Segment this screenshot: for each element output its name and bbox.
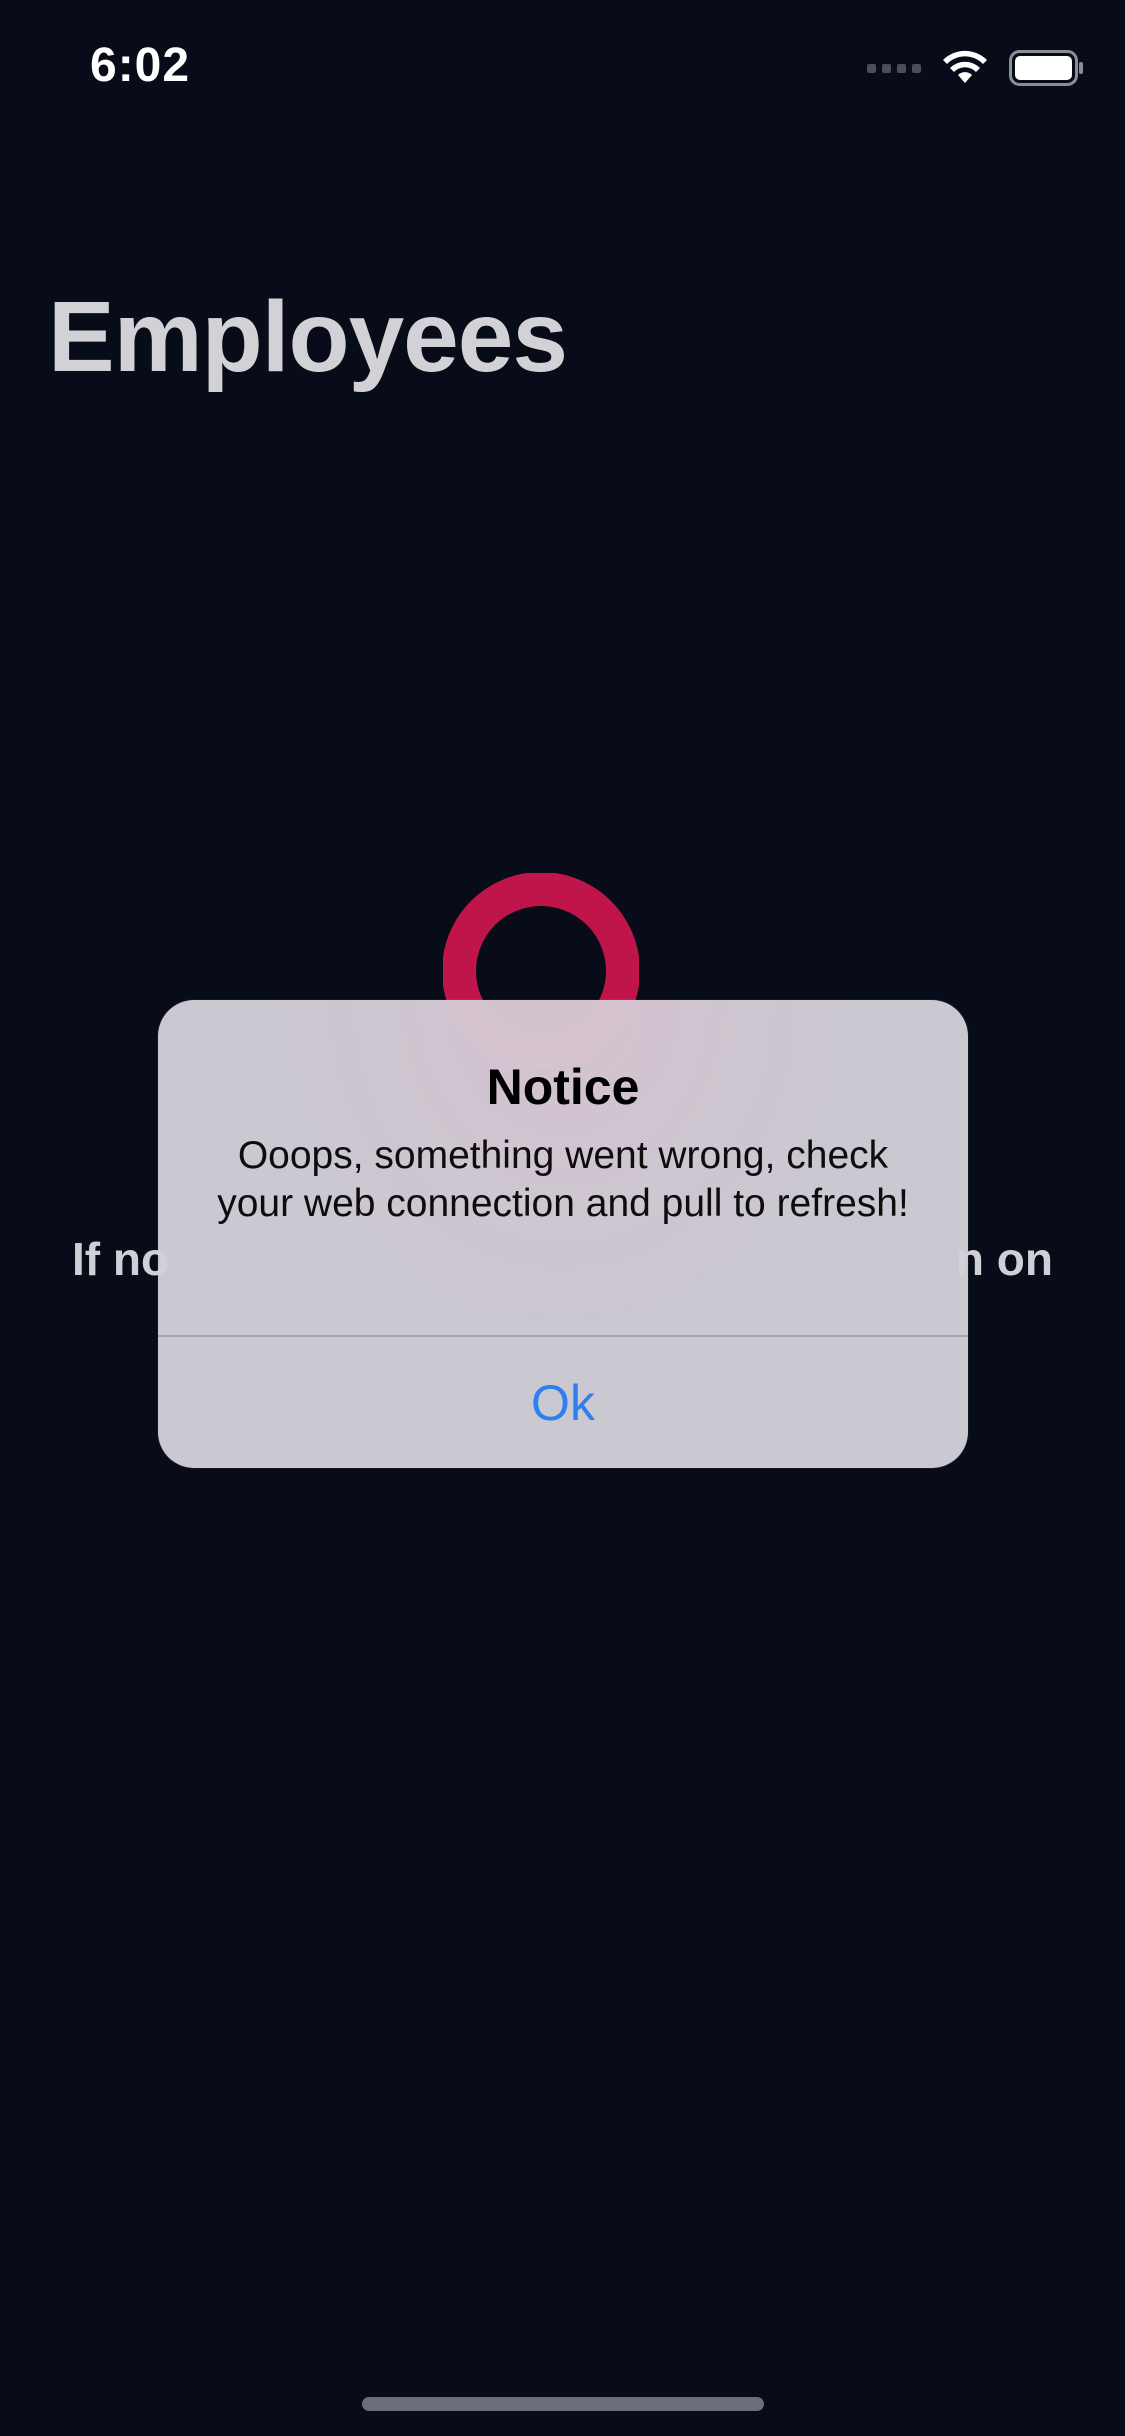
- alert-title: Notice: [486, 1059, 640, 1115]
- status-time: 6:02: [90, 39, 191, 92]
- home-indicator[interactable]: [362, 2397, 764, 2411]
- alert-message: Ooops, something went wrong, check your …: [217, 1134, 909, 1225]
- cellular-signal-icon: [867, 63, 921, 73]
- background-message-left: If no: [72, 1233, 170, 1285]
- screen: 6:02 Employees If no n on Notice Ooops, …: [0, 0, 1125, 2436]
- battery-icon: [1009, 50, 1083, 86]
- page-title: Employees: [48, 281, 568, 393]
- status-icons: [867, 50, 1085, 86]
- background-message-right: n on: [955, 1233, 1053, 1285]
- alert-dialog: Notice Ooops, something went wrong, chec…: [158, 1000, 968, 1468]
- ok-button[interactable]: Ok: [158, 1337, 968, 1468]
- wifi-icon: [943, 50, 987, 83]
